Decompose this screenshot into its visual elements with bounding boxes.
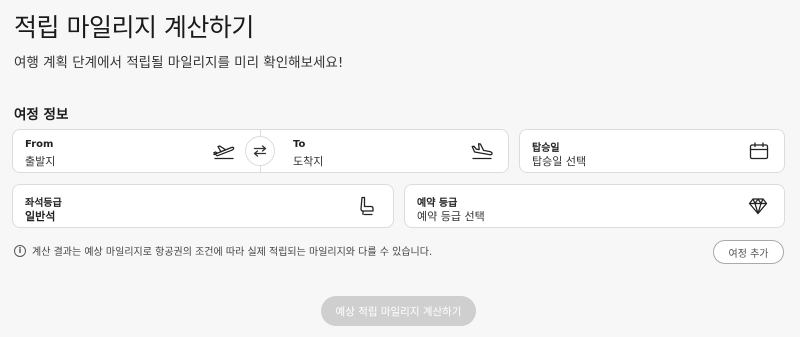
swap-arrows-icon: [253, 142, 267, 161]
from-field[interactable]: From 출발지: [12, 129, 261, 173]
fare-class-value: 예약 등급 선택: [417, 210, 485, 223]
airplane-takeoff-icon: [212, 142, 236, 160]
airplane-landing-icon: [470, 142, 494, 160]
page-title: 적립 마일리지 계산하기: [14, 13, 254, 42]
info-icon: i: [14, 244, 26, 257]
page-subtitle: 여행 계획 단계에서 적립될 마일리지를 미리 확인해보세요!: [14, 55, 344, 71]
calculation-notice: i 계산 결과는 예상 마일리지로 항공권의 조건에 따라 실제 적립되는 마일…: [14, 243, 432, 258]
to-value: 도착지: [293, 155, 324, 168]
departure-date-field[interactable]: 탑승일 탑승일 선택: [519, 129, 785, 173]
to-field[interactable]: To 도착지: [260, 129, 509, 173]
seat-icon: [359, 196, 375, 216]
diamond-icon: [748, 197, 768, 215]
swap-route-button[interactable]: [245, 136, 275, 166]
seat-class-label: 좌석등급: [25, 198, 62, 209]
calculate-mileage-button[interactable]: 예상 적립 마일리지 계산하기: [321, 296, 476, 326]
to-label: To: [293, 139, 306, 150]
add-trip-button[interactable]: 여정 추가: [713, 240, 784, 264]
mileage-calculator-page: 적립 마일리지 계산하기 여행 계획 단계에서 적립될 마일리지를 미리 확인해…: [0, 0, 800, 337]
calendar-icon: [749, 142, 769, 160]
from-value: 출발지: [25, 155, 56, 168]
seat-class-field[interactable]: 좌석등급 일반석: [12, 184, 394, 228]
fare-class-label: 예약 등급: [417, 198, 458, 209]
date-value: 탑승일 선택: [532, 155, 587, 168]
fare-class-field[interactable]: 예약 등급 예약 등급 선택: [404, 184, 785, 228]
from-label: From: [25, 139, 54, 150]
seat-class-value: 일반석: [25, 210, 56, 223]
route-field-group: From 출발지 To 도착지: [12, 129, 509, 173]
date-label: 탑승일: [532, 143, 560, 154]
notice-text: 계산 결과는 예상 마일리지로 항공권의 조건에 따라 실제 적립되는 마일리지…: [32, 247, 433, 258]
section-title-itinerary: 여정 정보: [14, 107, 69, 123]
